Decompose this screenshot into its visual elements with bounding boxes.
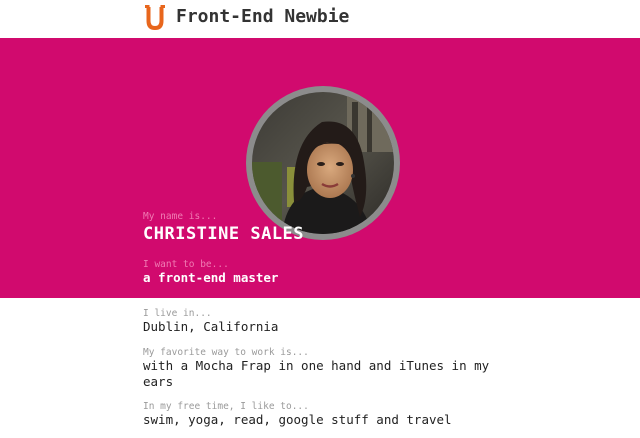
site-title[interactable]: Front-End Newbie (176, 6, 349, 28)
profile-page: Front-End Newbie My name is... CHRISTINE… (0, 0, 640, 438)
profile-free-time: swim, yoga, read, google stuff and trave… (143, 412, 452, 427)
profile-details-section: I live in... Dublin, California My favor… (0, 298, 640, 438)
profile-name: CHRISTINE SALES (143, 224, 305, 244)
profile-avatar (246, 86, 400, 240)
profile-goal: a front-end master (143, 270, 279, 285)
name-label: My name is... (143, 211, 218, 222)
profile-hero-section: My name is... CHRISTINE SALES I want to … (0, 38, 640, 298)
profile-location: Dublin, California (143, 319, 279, 334)
profile-photo (252, 92, 394, 234)
top-header: Front-End Newbie (0, 0, 640, 38)
letter-u-logo-icon[interactable] (145, 5, 165, 31)
profile-work-style: with a Mocha Frap in one hand and iTunes… (143, 358, 490, 389)
